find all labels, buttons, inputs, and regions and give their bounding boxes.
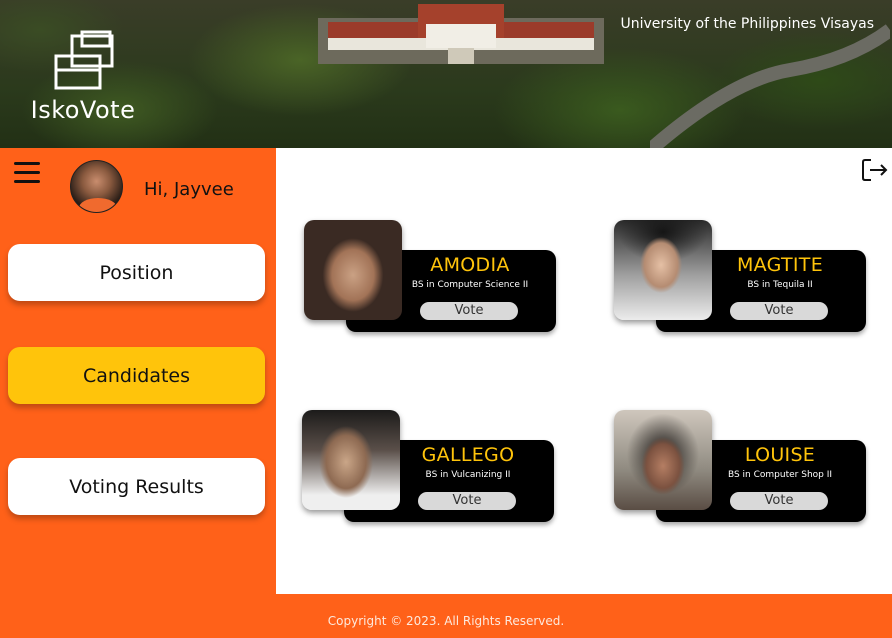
university-name: University of the Philippines Visayas: [620, 16, 874, 32]
candidate-course: BS in Computer Shop II: [727, 470, 833, 480]
candidate-name: AMODIA: [430, 254, 510, 276]
sidebar-item-position[interactable]: Position: [8, 244, 265, 301]
hamburger-icon[interactable]: [14, 162, 40, 184]
candidate-card: MAGTITE BS in Tequila II Vote: [614, 220, 868, 334]
sidebar-item-voting-results[interactable]: Voting Results: [8, 458, 265, 515]
candidate-photo: [304, 220, 402, 320]
candidate-course: BS in Tequila II: [747, 280, 813, 290]
candidate-card: GALLEGO BS in Vulcanizing II Vote: [302, 410, 556, 524]
ballot-box-icon: [54, 30, 114, 90]
user-greeting: Hi, Jayvee: [144, 179, 234, 200]
brand-name: IskoVote: [30, 96, 136, 124]
candidate-name: LOUISE: [744, 444, 816, 466]
vote-button[interactable]: Vote: [418, 492, 516, 510]
sidebar-item-label: Voting Results: [69, 475, 204, 498]
candidate-photo: [614, 410, 712, 510]
candidate-name: MAGTITE: [736, 254, 824, 276]
sidebar: Hi, Jayvee Position Candidates Voting Re…: [0, 148, 276, 594]
road-graphic: [650, 24, 890, 148]
sidebar-item-candidates[interactable]: Candidates: [8, 347, 265, 404]
footer: Copyright © 2023. All Rights Reserved.: [0, 594, 892, 638]
candidate-course: BS in Computer Science II: [411, 280, 529, 290]
header-banner: IskoVote University of the Philippines V…: [0, 0, 892, 148]
sidebar-item-label: Candidates: [82, 364, 191, 387]
copyright-text: Copyright © 2023. All Rights Reserved.: [327, 614, 565, 628]
candidate-photo: [614, 220, 712, 320]
candidate-card: AMODIA BS in Computer Science II Vote: [304, 220, 558, 334]
avatar: [70, 160, 123, 213]
app-logo: IskoVote: [22, 30, 144, 130]
main-content: AMODIA BS in Computer Science II Vote MA…: [276, 148, 892, 594]
vote-button[interactable]: Vote: [420, 302, 518, 320]
sidebar-item-label: Position: [99, 261, 174, 284]
logout-icon[interactable]: [860, 156, 888, 184]
candidate-course: BS in Vulcanizing II: [425, 470, 511, 480]
candidate-photo: [302, 410, 400, 510]
vote-button[interactable]: Vote: [730, 302, 828, 320]
candidate-card: LOUISE BS in Computer Shop II Vote: [614, 410, 868, 524]
campus-building-graphic: [318, 4, 604, 64]
candidate-name: GALLEGO: [421, 444, 515, 466]
vote-button[interactable]: Vote: [730, 492, 828, 510]
